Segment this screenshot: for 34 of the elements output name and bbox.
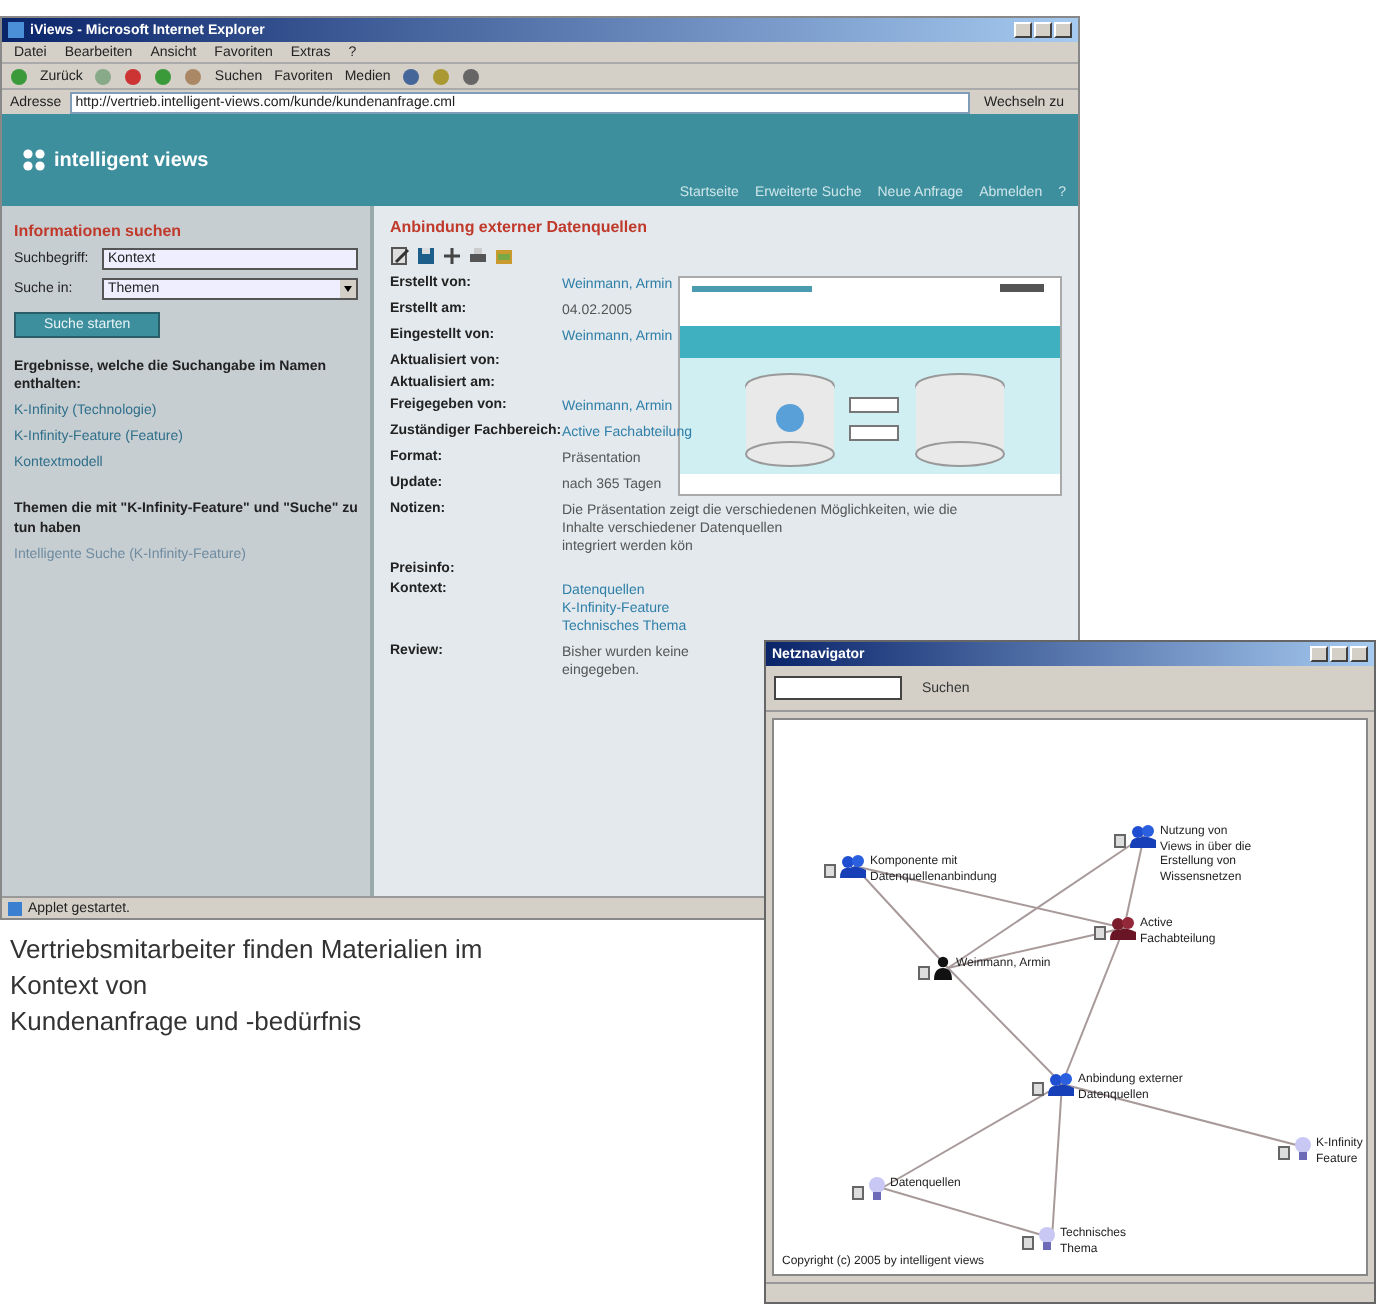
bulb-icon xyxy=(1294,1136,1312,1160)
maximize-button[interactable] xyxy=(1034,22,1052,38)
bulb-icon xyxy=(868,1176,886,1200)
printer-icon[interactable] xyxy=(468,246,488,266)
person-icon xyxy=(934,956,952,980)
maximize-button[interactable] xyxy=(1330,646,1348,662)
detail-heading: Anbindung externer Datenquellen xyxy=(390,218,649,236)
minimize-button[interactable] xyxy=(1014,22,1032,38)
document-icon[interactable] xyxy=(1114,834,1126,848)
people-icon xyxy=(1048,1072,1074,1096)
document-icon[interactable] xyxy=(918,966,930,980)
document-icon[interactable] xyxy=(1022,1236,1034,1250)
logo-icon xyxy=(22,148,46,172)
caret-icon xyxy=(340,280,356,298)
minimize-button[interactable] xyxy=(1310,646,1328,662)
caption-text: Vertriebsmitarbeiter finden Materialien im Kontext von Kundenanfrage und -bedürfnis xyxy=(10,932,483,1041)
close-button[interactable] xyxy=(1350,646,1368,662)
document-icon[interactable] xyxy=(1032,1082,1044,1096)
pencil-icon[interactable] xyxy=(390,246,410,266)
panel-heading: Informationen suchen xyxy=(14,222,184,240)
document-icon[interactable] xyxy=(1094,926,1106,940)
document-icon[interactable] xyxy=(852,1186,864,1200)
people-icon xyxy=(840,854,866,878)
browser-icon xyxy=(8,22,24,38)
close-button[interactable] xyxy=(1054,22,1072,38)
document-icon[interactable] xyxy=(1278,1146,1290,1160)
search-field[interactable] xyxy=(774,676,902,700)
document-icon[interactable] xyxy=(824,864,836,878)
page-icon xyxy=(8,901,22,915)
people-icon xyxy=(1110,916,1136,940)
people-icon xyxy=(1130,824,1156,848)
tool-icon[interactable] xyxy=(442,246,462,266)
bulb-icon xyxy=(1038,1226,1056,1250)
logo-text: intelligent views xyxy=(54,149,209,171)
